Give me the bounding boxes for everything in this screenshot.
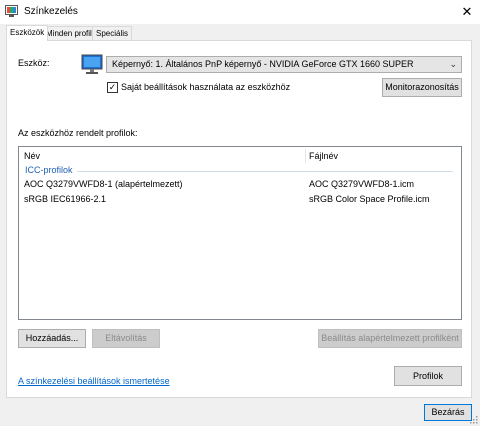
close-icon: ✕ xyxy=(461,4,473,19)
profile-name: sRGB IEC61966-2.1 xyxy=(24,194,107,204)
profile-filename: AOC Q3279VWFD8-1.icm xyxy=(309,179,415,189)
add-button[interactable]: Hozzáadás... xyxy=(18,329,86,348)
set-default-profile-button[interactable]: Beállítás alapértelmezett profilként xyxy=(318,329,462,348)
use-my-settings-label: Saját beállítások használata az eszközhö… xyxy=(121,82,291,92)
device-selected-value: Képernyő: 1. Általános PnP képernyő - NV… xyxy=(112,59,414,69)
identify-monitors-button[interactable]: Monitorazonosítás xyxy=(382,78,462,97)
column-header-filename[interactable]: Fájlnév xyxy=(309,151,338,161)
device-label: Eszköz: xyxy=(18,58,50,68)
tab-advanced[interactable]: Speciális xyxy=(92,26,133,40)
table-row[interactable]: sRGB IEC61966-2.1 sRGB Color Space Profi… xyxy=(19,193,461,207)
tab-devices[interactable]: Eszközök xyxy=(6,25,49,41)
close-window-button[interactable]: ✕ xyxy=(456,1,478,23)
tab-all-profiles[interactable]: Minden profil xyxy=(42,26,96,40)
remove-button[interactable]: Eltávolítás xyxy=(92,329,160,348)
monitor-icon xyxy=(81,54,103,74)
device-select[interactable]: Képernyő: 1. Általános PnP képernyő - NV… xyxy=(106,56,462,73)
group-divider xyxy=(77,171,453,172)
column-divider[interactable] xyxy=(305,149,306,163)
color-management-icon xyxy=(5,5,18,17)
color-settings-help-link[interactable]: A színkezelési beállítások ismertetése xyxy=(18,376,170,386)
title-bar: Színkezelés ✕ xyxy=(0,0,480,24)
profiles-section-label: Az eszközhöz rendelt profilok: xyxy=(18,128,138,138)
resize-grip-icon[interactable] xyxy=(470,416,478,424)
window-title: Színkezelés xyxy=(24,6,78,17)
chevron-down-icon: ⌄ xyxy=(449,59,457,69)
column-header-name[interactable]: Név xyxy=(24,151,40,161)
profiles-list[interactable]: Név Fájlnév ICC-profilok AOC Q3279VWFD8-… xyxy=(18,146,462,320)
profile-filename: sRGB Color Space Profile.icm xyxy=(309,194,430,204)
profile-name: AOC Q3279VWFD8-1 (alapértelmezett) xyxy=(24,179,183,189)
profiles-button[interactable]: Profilok xyxy=(394,366,462,386)
group-header-icc: ICC-profilok xyxy=(25,165,73,175)
close-button[interactable]: Bezárás xyxy=(424,404,472,421)
table-row[interactable]: AOC Q3279VWFD8-1 (alapértelmezett) AOC Q… xyxy=(19,178,461,192)
use-my-settings-checkbox[interactable]: ✓ xyxy=(107,82,118,93)
